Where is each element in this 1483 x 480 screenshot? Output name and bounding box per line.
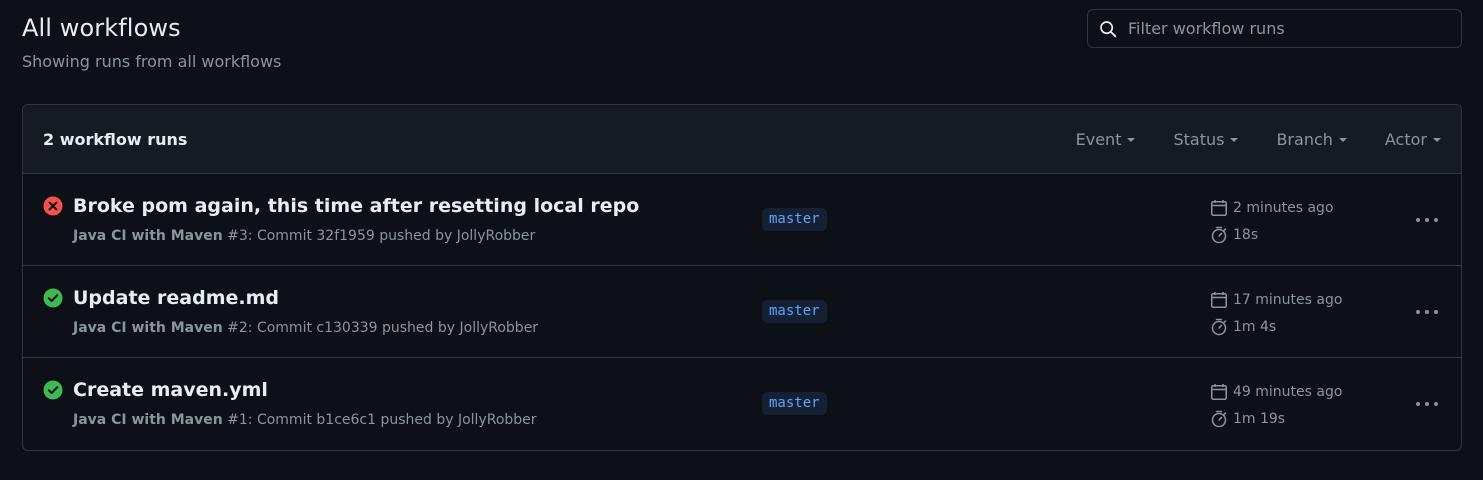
branch-label[interactable]: master (762, 392, 827, 415)
run-detail: #1: Commit b1ce6c1 pushed by JollyRobber (222, 412, 537, 428)
run-detail: #2: Commit c130339 pushed by JollyRobber (222, 320, 539, 336)
list-header: 2 workflow runs Event Status Branch Acto… (23, 105, 1461, 174)
run-duration-value: 18s (1233, 227, 1259, 243)
run-title-link[interactable]: Broke pom again, this time after resetti… (73, 195, 639, 217)
workflow-run-row: Create maven.yml Java CI with Maven #1: … (23, 358, 1461, 450)
run-detail: #3: Commit 32f1959 pushed by JollyRobber (222, 228, 536, 244)
check-circle-fill-icon (43, 288, 63, 308)
stopwatch-icon (1209, 409, 1229, 429)
status-filter-label: Status (1173, 129, 1225, 149)
run-options-button[interactable] (1412, 302, 1442, 322)
run-duration: 1m 4s (1209, 317, 1276, 337)
kebab-horizontal-icon (1416, 310, 1438, 314)
branch-label[interactable]: master (762, 208, 827, 231)
caret-down-icon (1338, 138, 1347, 142)
kebab-horizontal-icon (1416, 218, 1438, 222)
event-filter-label: Event (1075, 129, 1122, 149)
check-circle-fill-icon (43, 380, 63, 400)
run-date: 49 minutes ago (1209, 382, 1342, 402)
run-timestamp: 49 minutes ago (1233, 384, 1343, 400)
actor-filter-label: Actor (1384, 129, 1427, 149)
branch-filter-menu[interactable]: Branch (1276, 129, 1347, 149)
run-meta: Java CI with Maven #3: Commit 32f1959 pu… (73, 228, 535, 244)
caret-down-icon (1127, 138, 1136, 142)
caret-down-icon (1230, 138, 1239, 142)
run-options-button[interactable] (1412, 394, 1442, 414)
run-count: 2 workflow runs (43, 129, 188, 149)
workflow-name: Java CI with Maven (73, 320, 223, 336)
run-meta: Java CI with Maven #1: Commit b1ce6c1 pu… (73, 412, 537, 428)
run-timestamp: 17 minutes ago (1233, 292, 1343, 308)
status-filter-menu[interactable]: Status (1173, 129, 1239, 149)
actor-filter-menu[interactable]: Actor (1385, 130, 1441, 149)
workflow-runs-list: 2 workflow runs Event Status Branch Acto… (22, 104, 1462, 451)
run-duration: 1m 19s (1209, 409, 1285, 429)
run-meta: Java CI with Maven #2: Commit c130339 pu… (73, 320, 538, 336)
kebab-horizontal-icon (1416, 402, 1438, 406)
run-date: 17 minutes ago (1209, 290, 1342, 310)
run-title-link[interactable]: Create maven.yml (73, 379, 268, 401)
run-date: 2 minutes ago (1209, 198, 1334, 218)
stopwatch-icon (1209, 317, 1229, 337)
page-title: All workflows (22, 14, 181, 42)
run-title-link[interactable]: Update readme.md (73, 287, 279, 309)
run-duration-value: 1m 19s (1233, 411, 1286, 427)
caret-down-icon (1433, 138, 1441, 142)
x-circle-fill-icon (43, 196, 63, 216)
run-timestamp: 2 minutes ago (1233, 200, 1334, 216)
workflow-name: Java CI with Maven (73, 228, 223, 244)
run-duration: 18s (1209, 225, 1258, 245)
workflows-page: All workflows Showing runs from all work… (0, 0, 1483, 480)
workflow-run-row: Update readme.md Java CI with Maven #2: … (23, 266, 1461, 358)
run-options-button[interactable] (1412, 210, 1442, 230)
branch-label[interactable]: master (762, 300, 827, 323)
calendar-icon (1209, 290, 1229, 310)
run-duration-value: 1m 4s (1233, 319, 1277, 335)
calendar-icon (1209, 198, 1229, 218)
workflow-run-row: Broke pom again, this time after resetti… (23, 174, 1461, 266)
branch-filter-label: Branch (1276, 129, 1333, 149)
workflow-name: Java CI with Maven (73, 412, 223, 428)
calendar-icon (1209, 382, 1229, 402)
event-filter-menu[interactable]: Event (1076, 130, 1136, 149)
search-icon (1098, 19, 1118, 39)
filter-runs-input[interactable] (1128, 19, 1461, 38)
page-subtitle: Showing runs from all workflows (22, 52, 282, 71)
filter-runs-field (1087, 9, 1462, 48)
stopwatch-icon (1209, 225, 1229, 245)
list-filters: Event Status Branch Actor (1038, 130, 1441, 149)
